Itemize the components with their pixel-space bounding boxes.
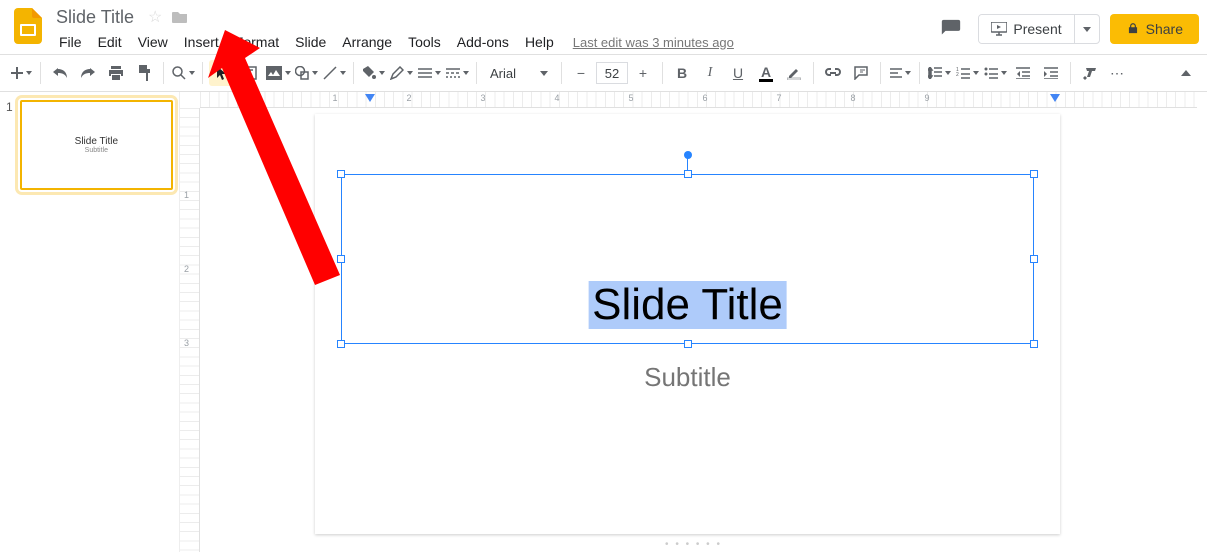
- title-text-selected[interactable]: Slide Title: [588, 281, 787, 329]
- present-button-group: Present: [978, 14, 1099, 44]
- menu-insert[interactable]: Insert: [177, 30, 226, 54]
- resize-handle-mr[interactable]: [1030, 255, 1038, 263]
- thumb-subtitle: Subtitle: [85, 147, 108, 154]
- document-title[interactable]: Slide Title: [52, 7, 138, 28]
- line-spacing-button[interactable]: [926, 60, 952, 86]
- menu-addons[interactable]: Add-ons: [450, 30, 516, 54]
- rotate-connector: [687, 157, 688, 171]
- underline-button[interactable]: U: [725, 60, 751, 86]
- menu-view[interactable]: View: [131, 30, 175, 54]
- resize-handle-ml[interactable]: [337, 255, 345, 263]
- slides-logo[interactable]: [8, 6, 48, 46]
- border-weight-button[interactable]: [416, 60, 442, 86]
- textbox-button[interactable]: [237, 60, 263, 86]
- indent-marker-left[interactable]: [365, 94, 375, 102]
- comments-icon[interactable]: [934, 12, 968, 46]
- shape-button[interactable]: [293, 60, 319, 86]
- bold-button[interactable]: B: [669, 60, 695, 86]
- resize-handle-br[interactable]: [1030, 340, 1038, 348]
- share-label: Share: [1146, 21, 1183, 37]
- select-tool-button[interactable]: [209, 60, 235, 86]
- slide-thumbnail[interactable]: Slide Title Subtitle: [20, 100, 173, 190]
- indent-marker-right[interactable]: [1050, 94, 1060, 102]
- filmstrip: 1 Slide Title Subtitle: [0, 92, 180, 552]
- vertical-ruler[interactable]: 123: [180, 108, 200, 552]
- title-textbox[interactable]: Slide Title: [341, 174, 1034, 344]
- present-button[interactable]: Present: [979, 15, 1073, 43]
- menu-help[interactable]: Help: [518, 30, 561, 54]
- image-button[interactable]: [265, 60, 291, 86]
- star-icon[interactable]: ☆: [148, 7, 162, 27]
- undo-button[interactable]: [47, 60, 73, 86]
- present-label: Present: [1013, 21, 1061, 37]
- text-color-letter: A: [759, 65, 773, 82]
- menu-format[interactable]: Format: [228, 30, 286, 54]
- menu-arrange[interactable]: Arrange: [335, 30, 399, 54]
- present-dropdown[interactable]: [1074, 15, 1099, 43]
- resize-handle-tr[interactable]: [1030, 170, 1038, 178]
- zoom-button[interactable]: [170, 60, 196, 86]
- slide-number: 1: [6, 100, 16, 190]
- slide-canvas[interactable]: Slide Title Subtitle: [315, 114, 1060, 534]
- menu-file[interactable]: File: [52, 30, 89, 54]
- insert-link-button[interactable]: [820, 60, 846, 86]
- fill-color-button[interactable]: [360, 60, 386, 86]
- align-button[interactable]: [887, 60, 913, 86]
- bulleted-list-button[interactable]: [982, 60, 1008, 86]
- menu-edit[interactable]: Edit: [91, 30, 129, 54]
- speaker-notes-grip[interactable]: • • • • • •: [665, 539, 722, 550]
- last-edit-link[interactable]: Last edit was 3 minutes ago: [573, 35, 734, 50]
- numbered-list-button[interactable]: 12: [954, 60, 980, 86]
- svg-text:2: 2: [956, 72, 959, 78]
- italic-button[interactable]: I: [697, 60, 723, 86]
- font-size-input[interactable]: 52: [596, 62, 628, 84]
- font-size-decrease[interactable]: −: [568, 60, 594, 86]
- subtitle-placeholder[interactable]: Subtitle: [315, 362, 1060, 393]
- menubar: File Edit View Insert Format Slide Arran…: [52, 30, 934, 54]
- redo-button[interactable]: [75, 60, 101, 86]
- slide-thumbnail-row[interactable]: 1 Slide Title Subtitle: [6, 100, 173, 190]
- resize-handle-tl[interactable]: [337, 170, 345, 178]
- resize-handle-tm[interactable]: [684, 170, 692, 178]
- new-slide-button[interactable]: [8, 60, 34, 86]
- move-folder-icon[interactable]: [172, 10, 188, 24]
- insert-comment-button[interactable]: [848, 60, 874, 86]
- more-options-button[interactable]: ⋯: [1105, 60, 1131, 86]
- print-button[interactable]: [103, 60, 129, 86]
- collapse-toolbar-button[interactable]: [1173, 60, 1199, 86]
- clear-formatting-button[interactable]: [1077, 60, 1103, 86]
- thumb-title: Slide Title: [75, 136, 118, 147]
- font-family-select[interactable]: Arial: [483, 61, 555, 85]
- resize-handle-bm[interactable]: [684, 340, 692, 348]
- resize-handle-bl[interactable]: [337, 340, 345, 348]
- line-button[interactable]: [321, 60, 347, 86]
- font-size-increase[interactable]: +: [630, 60, 656, 86]
- paint-format-button[interactable]: [131, 60, 157, 86]
- border-dash-button[interactable]: [444, 60, 470, 86]
- canvas-area[interactable]: 123456789 123 Slide Title: [180, 92, 1207, 552]
- menu-slide[interactable]: Slide: [288, 30, 333, 54]
- font-family-label: Arial: [490, 66, 516, 81]
- text-color-button[interactable]: A: [753, 60, 779, 86]
- increase-indent-button[interactable]: [1038, 60, 1064, 86]
- menu-tools[interactable]: Tools: [401, 30, 448, 54]
- decrease-indent-button[interactable]: [1010, 60, 1036, 86]
- rotate-handle[interactable]: [684, 151, 692, 159]
- toolbar: Arial − 52 + B I U A 12 ⋯: [0, 54, 1207, 92]
- horizontal-ruler[interactable]: 123456789: [200, 92, 1197, 108]
- highlight-color-button[interactable]: [781, 60, 807, 86]
- share-button[interactable]: Share: [1110, 14, 1199, 44]
- border-color-button[interactable]: [388, 60, 414, 86]
